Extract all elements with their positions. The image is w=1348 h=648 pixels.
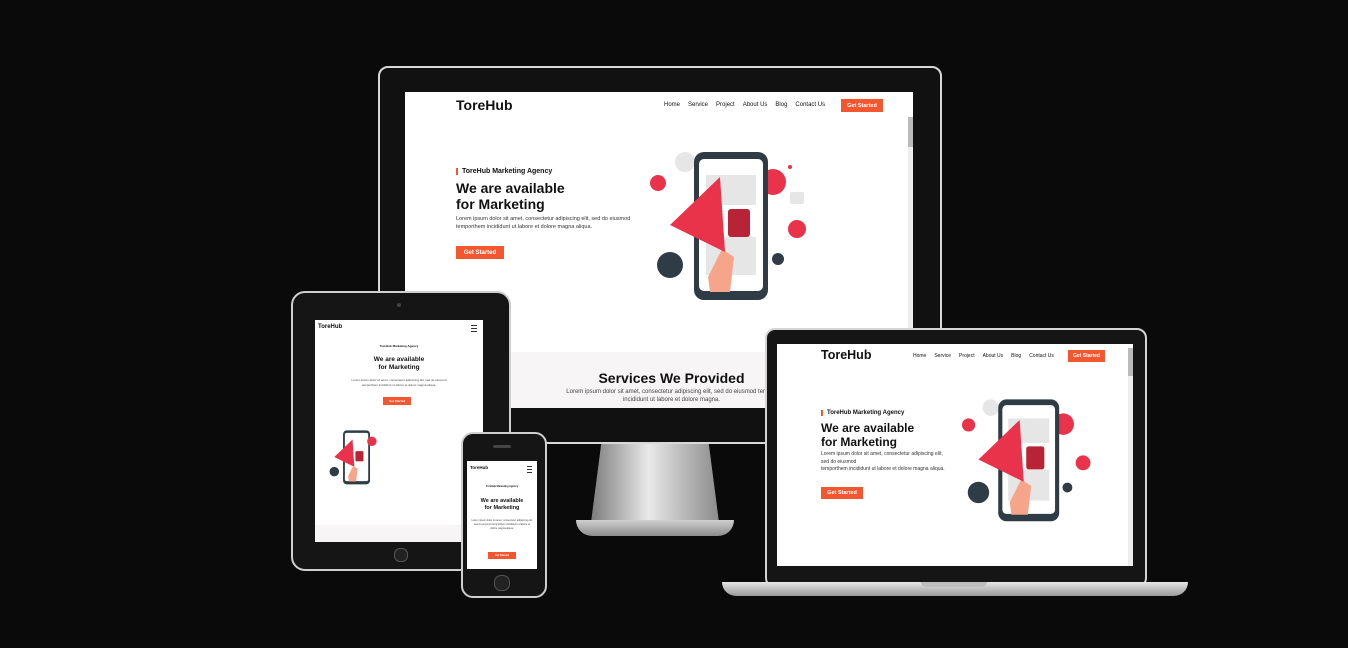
nav-home[interactable]: Home [664, 102, 680, 108]
nav-get-started-button[interactable]: Get Started [841, 99, 883, 112]
phone-home-button[interactable] [494, 575, 510, 591]
phone-speaker [493, 445, 511, 448]
nav-about[interactable]: About Us [743, 102, 768, 108]
laptop-nav: Home Service Project About Us Blog Conta… [913, 353, 1054, 359]
laptop-hero-get-started-button[interactable]: Get Started [821, 487, 863, 499]
phone-hero-title: We are available for Marketing [480, 498, 524, 511]
hero-get-started-button[interactable]: Get Started [456, 246, 504, 259]
hero-tag: ToreHub Marketing Agency [456, 168, 552, 175]
laptop-notch [921, 582, 987, 587]
tablet-home-button[interactable] [394, 548, 408, 562]
monitor-stand [590, 430, 720, 530]
laptop-hero-text: Lorem ipsum dolor sit amet, consectetur … [821, 451, 945, 472]
hero-title: We are available for Marketing [456, 180, 565, 212]
brand-logo[interactable]: ToreHub [456, 97, 513, 113]
tablet-camera [397, 303, 401, 307]
nav-service[interactable]: Service [688, 102, 708, 108]
laptop-screen: ToreHub Home Service Project About Us Bl… [777, 344, 1133, 566]
nav-project[interactable]: Project [716, 102, 735, 108]
hero-text: Lorem ipsum dolor sit amet, consectetur … [456, 216, 631, 231]
phone-hamburger-menu-icon[interactable] [527, 466, 532, 475]
tablet-hero-text: Lorem ipsum dolor sit amet, consectetur … [351, 378, 447, 387]
megaphone-illustration [650, 152, 806, 300]
phone-hero-tag: ToreHub Marketing Agency [485, 485, 519, 488]
laptop-nav-get-started-button[interactable]: Get Started [1068, 350, 1105, 362]
tablet-megaphone-illustration [329, 430, 377, 485]
main-nav: Home Service Project About Us Blog Conta… [664, 102, 825, 108]
phone-get-started-button[interactable]: Get Started [488, 552, 516, 559]
tablet-hero-tag: ToreHub Marketing Agency [379, 344, 419, 348]
phone-hero-text: Lorem ipsum dolor sit amet, consectetur … [471, 519, 533, 530]
tablet-brand[interactable]: ToreHub [318, 324, 342, 330]
laptop-brand[interactable]: ToreHub [821, 348, 871, 362]
tablet-services-section [315, 525, 483, 542]
phone-brand[interactable]: ToreHub [470, 465, 488, 470]
hamburger-menu-icon[interactable] [471, 325, 477, 334]
laptop-hero-title: We are available for Marketing [821, 421, 915, 449]
nav-contact[interactable]: Contact Us [795, 102, 825, 108]
tablet-hero-title: We are available for Marketing [373, 356, 425, 371]
tablet-screen: ToreHub ToreHub Marketing Agency We are … [315, 320, 483, 542]
hero-title-line2: for Marketing [456, 196, 545, 213]
laptop-scrollbar[interactable] [1128, 348, 1133, 566]
laptop-megaphone-illustration [962, 399, 1091, 522]
monitor-base [576, 520, 734, 536]
phone-screen: ToreHub ToreHub Marketing Agency We are … [467, 461, 537, 569]
tablet-get-started-button[interactable]: Get Started [383, 397, 411, 405]
hero-title-line1: We are available [456, 180, 565, 196]
nav-blog[interactable]: Blog [775, 102, 787, 108]
laptop-hero-tag: ToreHub Marketing Agency [821, 410, 904, 416]
